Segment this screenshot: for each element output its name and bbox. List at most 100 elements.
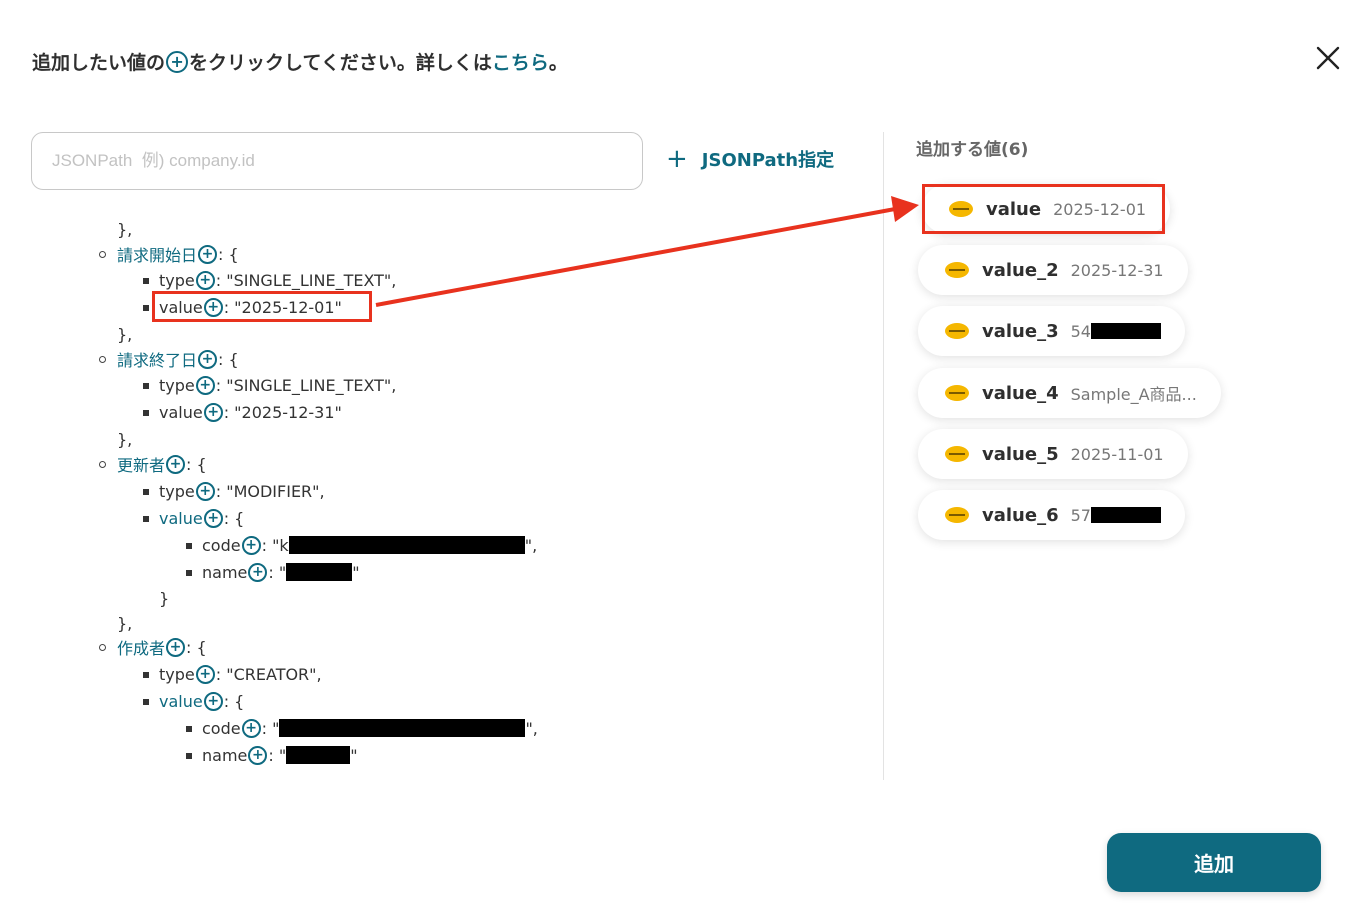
tree-key: 請求開始日	[117, 246, 198, 265]
tree-key: 更新者	[117, 456, 166, 475]
highlight-box-source	[152, 291, 372, 322]
tree-bullet	[99, 356, 106, 363]
redacted-block	[286, 563, 353, 581]
tree-key: type	[159, 270, 195, 290]
tree-line: 作成者 + : {	[117, 635, 207, 659]
added-value-name: value_4	[982, 382, 1059, 404]
tree-bullet	[143, 672, 149, 678]
tree-key: value	[159, 508, 203, 528]
tree-line: type + : "CREATOR",	[159, 662, 322, 686]
tree-key: 請求終了日	[117, 351, 198, 370]
added-value-item[interactable]: value_5 2025-11-01	[918, 429, 1188, 479]
plus-circle-icon[interactable]: +	[241, 718, 261, 738]
tree-bullet	[143, 278, 149, 284]
tree-line: 更新者 + : {	[117, 452, 207, 476]
plus-circle-icon[interactable]: +	[198, 244, 218, 264]
tree-text: : "	[268, 745, 287, 765]
kintone-logo-icon	[945, 262, 969, 278]
tree-bullet	[186, 543, 192, 549]
plus-circle-icon[interactable]: +	[195, 375, 215, 395]
added-value-preview: 2025-12-31	[1070, 260, 1164, 280]
tree-text: : "	[261, 718, 280, 738]
tree-text: : "2025-12-31"	[223, 402, 342, 422]
tree-text: ",	[525, 718, 538, 738]
redacted-block	[1090, 507, 1161, 523]
tree-text: : {	[223, 691, 245, 711]
tree-bullet	[143, 305, 149, 311]
close-icon[interactable]	[1314, 44, 1342, 72]
redacted-block	[288, 536, 525, 554]
tree-key: code	[202, 718, 241, 738]
plus-circle-icon[interactable]: +	[195, 664, 215, 684]
plus-circle-icon[interactable]: +	[203, 402, 223, 422]
added-value-item[interactable]: value_6 57	[918, 490, 1185, 540]
tree-bullet	[143, 699, 149, 705]
added-value-name: value_2	[982, 259, 1059, 281]
added-value-item[interactable]: value_4 Sample_A商品...	[918, 368, 1221, 418]
plus-circle-icon[interactable]: +	[166, 637, 186, 657]
kintone-logo-icon	[945, 507, 969, 523]
tree-key: code	[202, 535, 241, 555]
tree-bullet	[186, 570, 192, 576]
tree-bullet	[143, 489, 149, 495]
redacted-block	[1090, 323, 1161, 339]
tree-bullet	[143, 383, 149, 389]
tree-text: : "k	[261, 535, 289, 555]
tree-key: type	[159, 375, 195, 395]
tree-line: },	[117, 217, 132, 241]
added-value-preview: 54	[1070, 321, 1091, 341]
tree-text: : {	[218, 349, 239, 369]
tree-text: "	[350, 745, 358, 765]
added-value-name: value_6	[982, 504, 1059, 526]
tree-line: code + : " ",	[202, 716, 538, 740]
plus-circle-icon[interactable]: +	[166, 454, 186, 474]
tree-key: type	[159, 481, 195, 501]
tree-line: },	[117, 611, 132, 635]
tree-text: }	[159, 588, 170, 608]
tree-bullet	[143, 410, 149, 416]
plus-circle-icon[interactable]: +	[203, 691, 223, 711]
tree-line: code + : "k ",	[202, 533, 537, 557]
tree-text: ",	[524, 535, 538, 555]
tree-bullet	[99, 461, 106, 468]
panel-divider	[883, 132, 884, 780]
tree-line: }	[159, 586, 169, 610]
tree-text: : {	[223, 508, 245, 528]
tree-line: 請求開始日 + : {	[117, 242, 239, 266]
tree-line: value + : {	[159, 689, 244, 713]
tree-key: value	[159, 402, 203, 422]
plus-circle-icon[interactable]: +	[248, 745, 268, 765]
redacted-block	[286, 746, 351, 764]
tree-text: : {	[186, 454, 207, 474]
tree-text: },	[117, 429, 133, 449]
plus-circle-icon[interactable]: +	[248, 562, 268, 582]
plus-circle-icon[interactable]: +	[203, 508, 223, 528]
plus-circle-icon[interactable]: +	[198, 349, 218, 369]
plus-circle-icon[interactable]: +	[195, 270, 215, 290]
tree-text: : {	[218, 244, 239, 264]
added-value-preview: 57	[1070, 505, 1091, 525]
tree-line: type + : "SINGLE_LINE_TEXT",	[159, 373, 396, 397]
added-value-item[interactable]: value_2 2025-12-31	[918, 245, 1188, 295]
add-button[interactable]: 追加	[1107, 833, 1321, 892]
tree-line: },	[117, 322, 132, 346]
kintone-logo-icon	[945, 323, 969, 339]
tree-text: },	[117, 613, 133, 633]
highlight-box-target	[922, 184, 1165, 234]
plus-circle-icon[interactable]: +	[241, 535, 261, 555]
added-values-title: 追加する値(6)	[916, 140, 1029, 160]
tree-line: value + : {	[159, 506, 244, 530]
redacted-block	[279, 719, 526, 737]
tree-line: 請求終了日 + : {	[117, 347, 239, 371]
tree-text: : "SINGLE_LINE_TEXT",	[215, 375, 397, 395]
tree-text: : "CREATOR",	[215, 664, 322, 684]
json-tree[interactable]: }, 請求開始日 + : { type + : "SINGLE_LINE_TEX…	[0, 0, 880, 780]
kintone-logo-icon	[945, 446, 969, 462]
added-value-preview: Sample_A商品...	[1070, 385, 1197, 404]
added-value-item[interactable]: value_3 54	[918, 306, 1185, 356]
added-value-name: value_3	[982, 320, 1059, 342]
tree-key: 作成者	[117, 639, 166, 658]
tree-line: },	[117, 427, 132, 451]
plus-circle-icon[interactable]: +	[195, 481, 215, 501]
tree-text: : {	[186, 637, 207, 657]
